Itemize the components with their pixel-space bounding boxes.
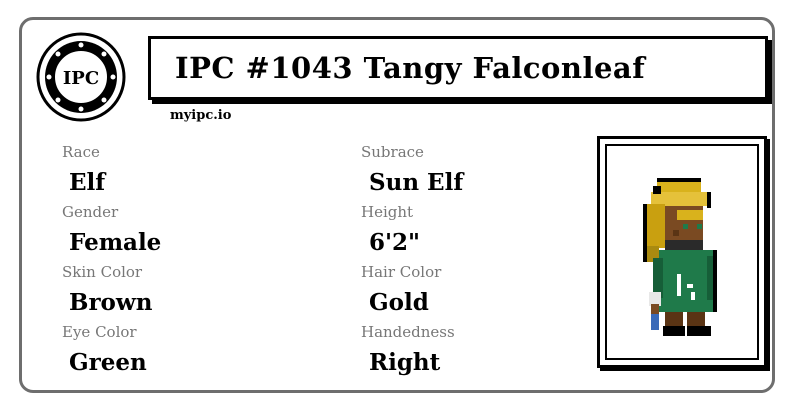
site-label: myipc.io (170, 108, 232, 123)
character-portrait (605, 144, 759, 360)
seal-text: IPC (63, 68, 99, 89)
field-label-gender: Gender (62, 203, 119, 221)
field-label-handedness: Handedness (361, 323, 455, 341)
field-label-eye-color: Eye Color (62, 323, 137, 341)
field-value-height: 6'2" (369, 229, 421, 256)
field-value-handedness: Right (369, 349, 441, 376)
field-value-eye-color: Green (69, 349, 147, 376)
field-label-height: Height (361, 203, 414, 221)
field-value-hair-color: Gold (369, 289, 429, 316)
field-value-gender: Female (69, 229, 162, 256)
title-bar: IPC #1043 Tangy Falconleaf (148, 36, 768, 100)
card-title: IPC #1043 Tangy Falconleaf (175, 51, 646, 85)
field-label-skin-color: Skin Color (62, 263, 143, 281)
field-value-skin-color: Brown (69, 289, 153, 316)
field-value-race: Elf (69, 169, 106, 196)
field-label-subrace: Subrace (361, 143, 424, 161)
field-value-subrace: Sun Elf (369, 169, 464, 196)
ipc-seal-logo: IPC (36, 32, 126, 122)
portrait-frame (597, 136, 767, 368)
field-label-race: Race (62, 143, 100, 161)
field-label-hair-color: Hair Color (361, 263, 442, 281)
ipc-card: IPC IPC #1043 Tangy Falconleaf myipc.io … (19, 17, 775, 393)
character-sprite-image (643, 178, 717, 336)
